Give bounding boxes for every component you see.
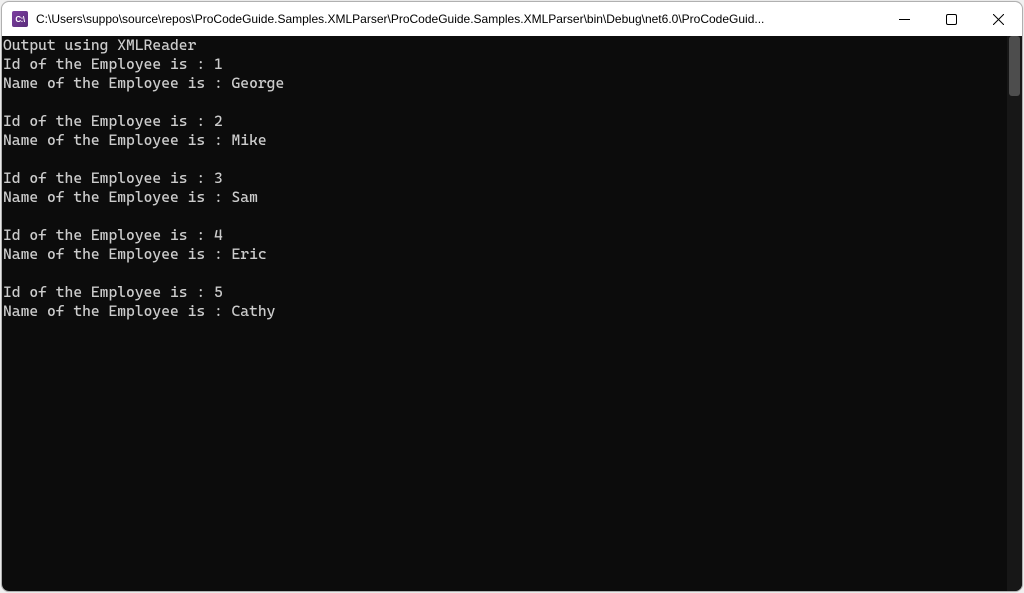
console-body: Output using XMLReader Id of the Employe… <box>2 36 1022 591</box>
app-icon: C:\ <box>12 11 28 27</box>
close-icon <box>993 14 1004 25</box>
minimize-button[interactable] <box>881 2 928 36</box>
close-button[interactable] <box>975 2 1022 36</box>
app-icon-text: C:\ <box>15 15 24 24</box>
maximize-icon <box>946 14 957 25</box>
console-output[interactable]: Output using XMLReader Id of the Employe… <box>2 36 1007 591</box>
scrollbar-track[interactable] <box>1007 36 1022 591</box>
titlebar[interactable]: C:\ C:\Users\suppo\source\repos\ProCodeG… <box>2 2 1022 36</box>
minimize-icon <box>899 14 910 25</box>
maximize-button[interactable] <box>928 2 975 36</box>
window-controls <box>881 2 1022 36</box>
console-window: C:\ C:\Users\suppo\source\repos\ProCodeG… <box>1 1 1023 592</box>
scrollbar-thumb[interactable] <box>1009 36 1020 96</box>
window-title: C:\Users\suppo\source\repos\ProCodeGuide… <box>36 12 881 26</box>
